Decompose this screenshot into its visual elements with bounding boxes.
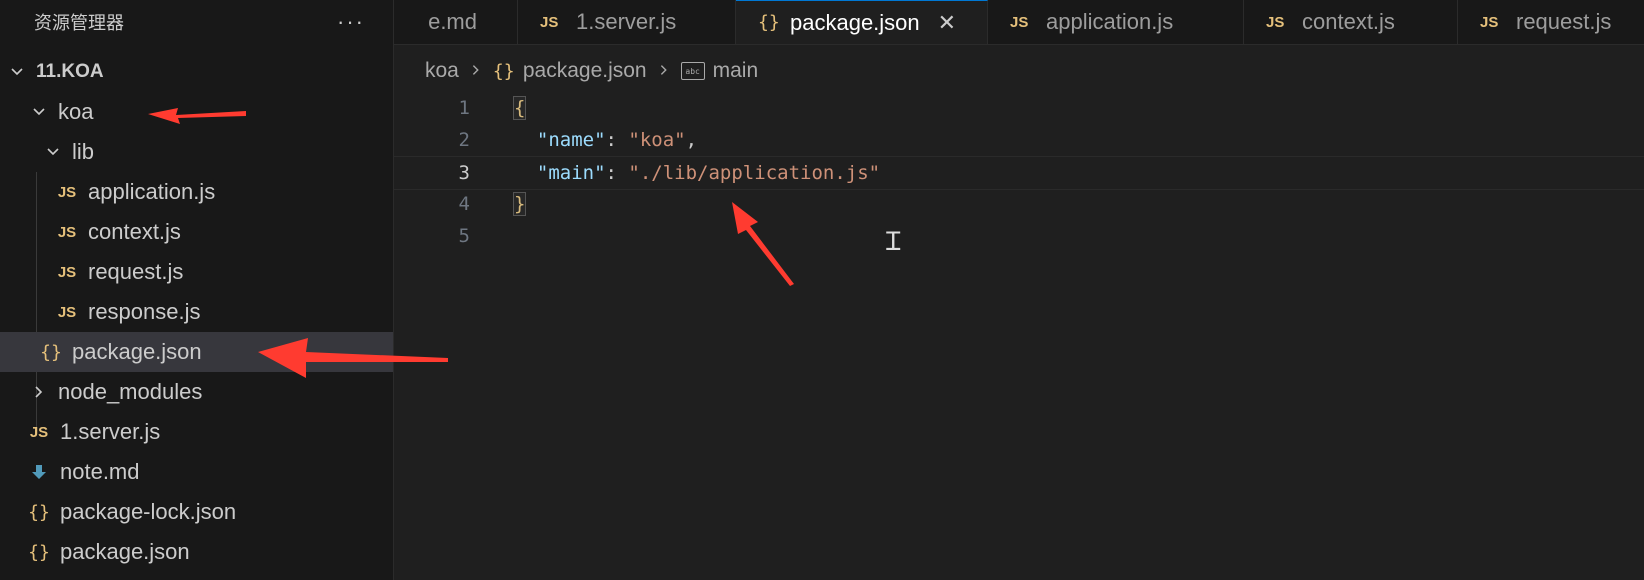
tree-folder-lib[interactable]: lib (0, 132, 393, 172)
close-brace: } (512, 192, 527, 216)
tree-file-response-js[interactable]: JS response.js (0, 292, 393, 332)
code-line: 5 (394, 220, 1644, 252)
line-content: } (512, 192, 527, 216)
editor-tab-bar: e.md JS 1.server.js {} package.json ✕ JS… (394, 0, 1644, 45)
tree-label: note.md (60, 459, 140, 484)
tree-label: node_modules (58, 379, 203, 404)
tree-label: application.js (88, 179, 216, 204)
close-icon[interactable]: ✕ (938, 10, 956, 36)
chevron-down-icon (44, 144, 62, 160)
tab-label: context.js (1302, 9, 1395, 34)
tab-1-server-js[interactable]: JS 1.server.js (518, 0, 736, 44)
code-editor[interactable]: 1 { 2 "name": "koa", 3 "main": "./lib/ap… (394, 92, 1644, 580)
json-key: "main" (536, 162, 606, 184)
markdown-file-icon (28, 463, 50, 481)
file-tree: 11.KOA koa lib JS application.js JS cont… (0, 52, 393, 572)
chevron-down-icon (30, 104, 48, 120)
tree-file-request-js[interactable]: JS request.js (0, 252, 393, 292)
json-file-icon: {} (28, 541, 50, 563)
tab-package-json[interactable]: {} package.json ✕ (736, 0, 988, 44)
tree-file-application-js[interactable]: JS application.js (0, 172, 393, 212)
code-line: 4 } (394, 188, 1644, 220)
chevron-right-icon (30, 384, 48, 400)
tab-note-md[interactable]: e.md (394, 0, 518, 44)
explorer-sidebar: 资源管理器 ··· 11.KOA koa lib JS application.… (0, 0, 394, 580)
code-line: 2 "name": "koa", (394, 124, 1644, 156)
javascript-file-icon: JS (1266, 13, 1285, 31)
json-file-icon: {} (28, 501, 50, 523)
tab-context-js[interactable]: JS context.js (1244, 0, 1458, 44)
tree-label: 1.server.js (60, 419, 161, 444)
json-comma: , (685, 129, 698, 151)
json-file-icon: {} (40, 341, 62, 363)
json-string: "koa" (628, 129, 686, 151)
explorer-title: 资源管理器 (34, 13, 124, 33)
tree-folder-11koa[interactable]: 11.KOA (0, 52, 393, 92)
tree-label: package.json (60, 539, 190, 564)
tab-label: e.md (428, 9, 477, 34)
javascript-file-icon: JS (57, 183, 77, 201)
line-content: "name": "koa", (514, 129, 697, 151)
tree-label: package-lock.json (60, 499, 237, 524)
chevron-down-icon (8, 64, 26, 80)
tree-file-context-js[interactable]: JS context.js (0, 212, 393, 252)
string-symbol-icon: abc (680, 62, 705, 80)
code-line: 1 { (394, 92, 1644, 124)
chevron-right-icon (469, 59, 483, 83)
javascript-file-icon: JS (57, 263, 77, 281)
open-brace: { (512, 96, 527, 120)
line-number: 1 (458, 97, 470, 119)
tree-file-package-lock-json[interactable]: {} package-lock.json (0, 492, 393, 532)
tree-file-koa-package-json[interactable]: {} package.json (0, 332, 393, 372)
json-file-icon: {} (492, 60, 515, 82)
breadcrumb-file[interactable]: {} package.json (493, 59, 647, 83)
breadcrumb-file-label: package.json (522, 59, 647, 82)
javascript-file-icon: JS (540, 13, 559, 31)
chevron-right-icon (657, 59, 671, 83)
javascript-file-icon: JS (1480, 13, 1499, 31)
tree-label: response.js (88, 299, 201, 324)
breadcrumb-symbol[interactable]: abc main (680, 59, 759, 83)
more-actions-icon[interactable]: ··· (337, 9, 365, 35)
line-content: { (512, 96, 527, 120)
line-number: 3 (458, 162, 470, 184)
breadcrumb: koa {} package.json abc main (425, 56, 758, 86)
line-number: 5 (458, 225, 470, 247)
tree-folder-koa[interactable]: koa (0, 92, 393, 132)
json-key: "name" (536, 129, 606, 151)
tree-label: context.js (88, 219, 181, 244)
tree-folder-node-modules[interactable]: node_modules (0, 372, 393, 412)
json-file-icon: {} (758, 12, 780, 33)
line-content: "main": "./lib/application.js" (514, 162, 880, 184)
tree-label: 11.KOA (36, 61, 104, 82)
tab-label: application.js (1046, 9, 1174, 34)
tab-request-js[interactable]: JS request.js (1458, 0, 1644, 44)
json-colon: : (605, 129, 629, 151)
code-line-current: 3 "main": "./lib/application.js" (394, 156, 1644, 190)
breadcrumb-folder[interactable]: koa (425, 59, 459, 83)
line-number: 4 (458, 193, 470, 215)
explorer-header: 资源管理器 ··· (0, 0, 393, 44)
javascript-file-icon: JS (1010, 13, 1029, 31)
tab-label: request.js (1516, 9, 1612, 34)
tree-file-1-server-js[interactable]: JS 1.server.js (0, 412, 393, 452)
javascript-file-icon: JS (29, 423, 49, 441)
tree-label: request.js (88, 259, 184, 284)
breadcrumb-symbol-label: main (712, 59, 759, 82)
tab-application-js[interactable]: JS application.js (988, 0, 1244, 44)
tab-label: package.json (790, 9, 920, 35)
tree-label: koa (58, 99, 94, 124)
text-cursor-icon: Ɪ (886, 227, 901, 257)
javascript-file-icon: JS (57, 303, 77, 321)
javascript-file-icon: JS (57, 223, 77, 241)
tree-label: lib (72, 139, 95, 164)
json-string: "./lib/application.js" (628, 162, 881, 184)
tree-file-package-json[interactable]: {} package.json (0, 532, 393, 572)
json-colon: : (605, 162, 629, 184)
line-number: 2 (458, 129, 470, 151)
tree-label: package.json (72, 339, 202, 364)
tab-label: 1.server.js (576, 9, 677, 34)
tree-file-note-md[interactable]: note.md (0, 452, 393, 492)
